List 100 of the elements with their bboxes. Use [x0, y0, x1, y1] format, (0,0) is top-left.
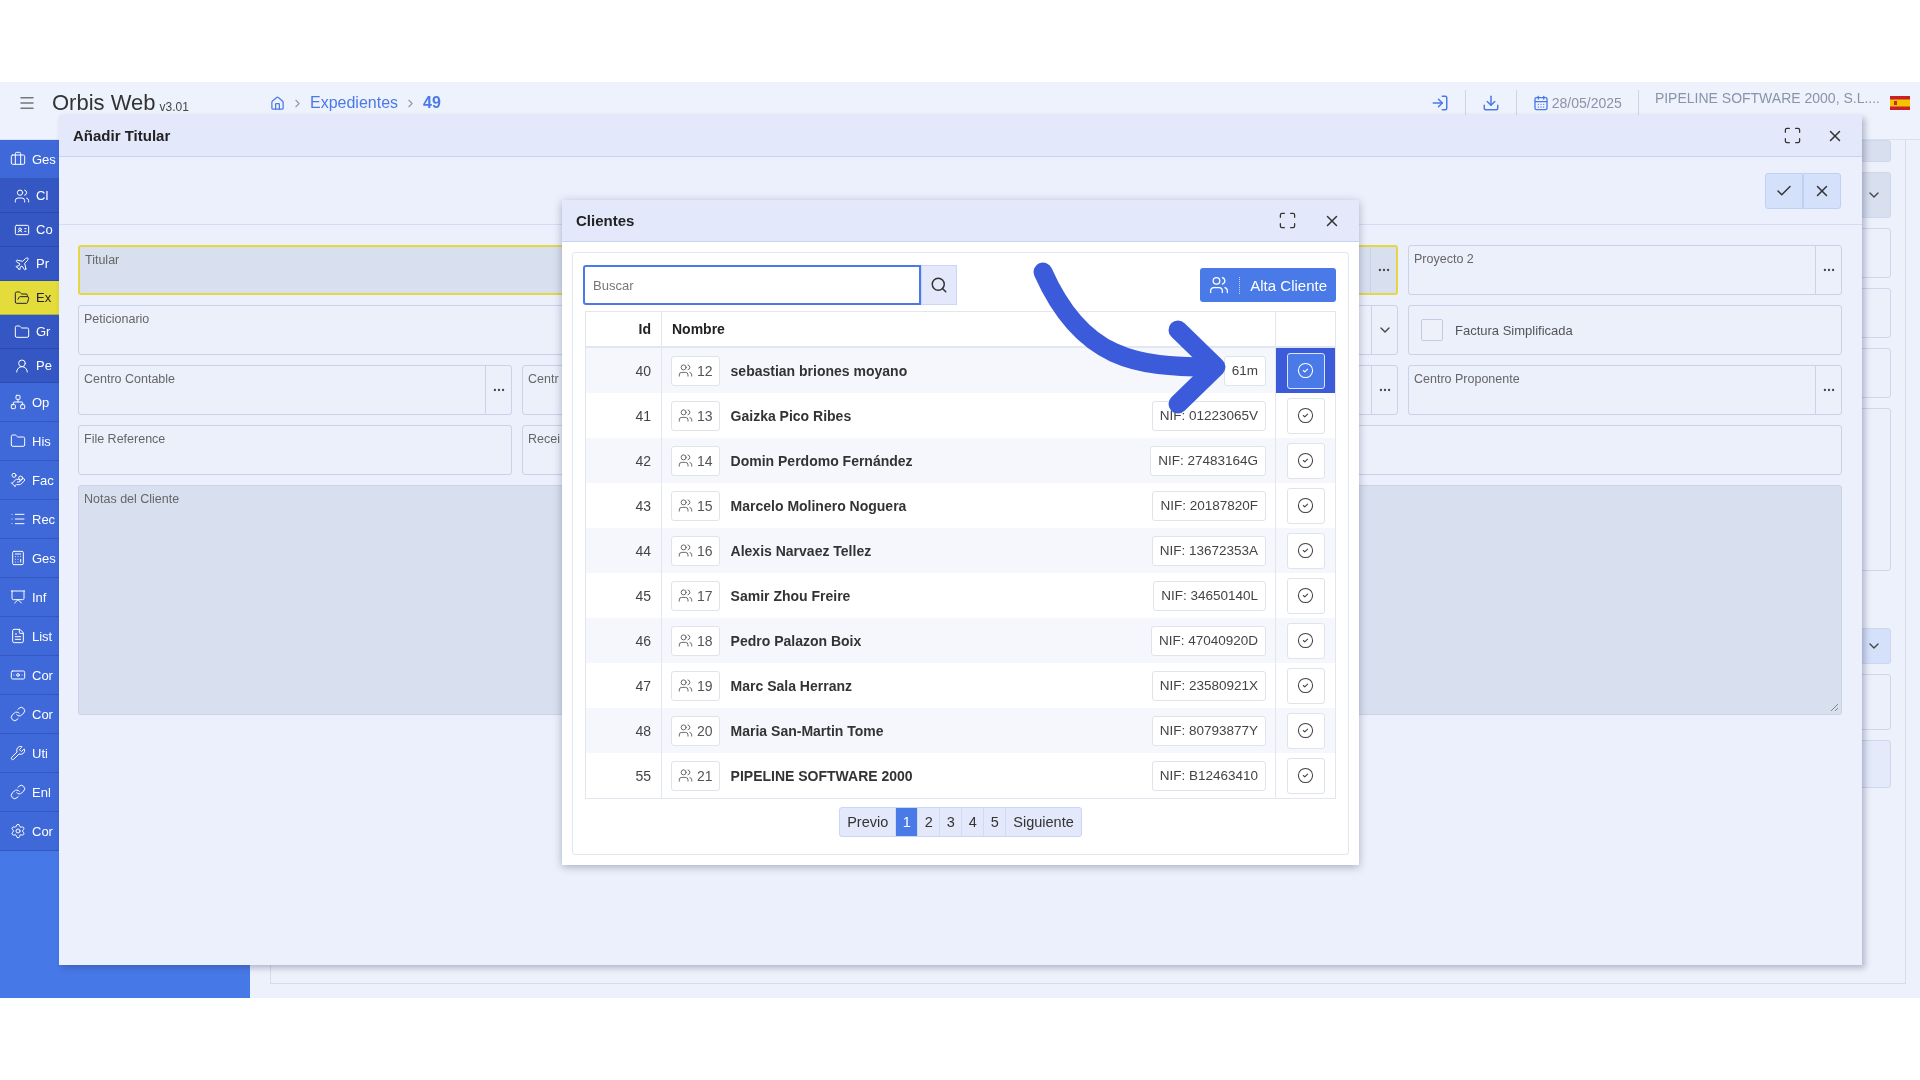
users-icon [678, 768, 693, 783]
text-field[interactable]: File Reference [78, 425, 512, 475]
check-circle-icon [1297, 632, 1314, 649]
file-icon [10, 628, 26, 644]
page-button[interactable]: 2 [917, 808, 940, 836]
wrench-icon [10, 745, 26, 761]
check-circle-icon [1297, 452, 1314, 469]
client-code: 15 [697, 497, 713, 514]
breadcrumb-link[interactable]: Expedientes [310, 94, 399, 112]
check-circle-icon [1297, 362, 1314, 379]
users-icon [678, 363, 693, 378]
check-circle-icon [1297, 767, 1314, 784]
users-icon [678, 543, 693, 558]
client-code: 12 [697, 362, 713, 379]
id-cell: 40 [586, 348, 662, 393]
select-button[interactable] [1286, 532, 1325, 569]
list-icon [10, 511, 26, 527]
confirm-button[interactable] [1765, 172, 1803, 209]
lookup-field[interactable]: Proyecto 2 [1408, 245, 1842, 295]
select-button[interactable] [1286, 352, 1325, 389]
client-name: Pedro Palazon Boix [730, 632, 862, 649]
dialog-title: Clientes [576, 212, 635, 229]
breadcrumb-link[interactable]: 49 [423, 94, 441, 112]
nif-badge: NIF: 47040920D [1150, 625, 1266, 656]
nif-badge: 61m [1223, 355, 1266, 386]
client-name: sebastian briones moyano [730, 362, 908, 379]
nif-badge: NIF: B12463410 [1151, 760, 1266, 791]
calculator-icon [10, 550, 26, 566]
link-icon [10, 784, 26, 800]
users-icon [678, 678, 693, 693]
client-code: 20 [697, 722, 713, 739]
menu-icon [18, 94, 36, 112]
previous-button[interactable]: Previo [840, 808, 896, 836]
field-label: Centro Contable [84, 372, 176, 386]
money-bag-icon [10, 472, 26, 488]
checkbox[interactable] [1421, 319, 1443, 341]
dialog-title: Añadir Titular [73, 127, 171, 144]
nif-badge: NIF: 23580921X [1151, 670, 1266, 701]
select-button[interactable] [1286, 622, 1325, 659]
search-icon [930, 276, 948, 294]
field-label: Proyecto 2 [1414, 252, 1474, 266]
client-code: 13 [697, 407, 713, 424]
folder-icon [14, 323, 30, 340]
search-field[interactable]: Buscar [583, 265, 921, 305]
lookup-field[interactable]: Centro Contable [78, 365, 512, 415]
page-button[interactable]: 1 [895, 808, 918, 836]
app-version: v3.01 [159, 100, 189, 114]
users-icon [678, 633, 693, 648]
maximize-icon [1278, 211, 1297, 230]
field-label: Recei [528, 432, 560, 446]
add-client-button[interactable]: Alta Cliente [1200, 268, 1336, 302]
client-name: Marcelo Molinero Noguera [730, 497, 907, 514]
users-icon [1209, 275, 1230, 295]
id-cell: 48 [586, 708, 662, 753]
users-icon [678, 588, 693, 603]
client-code: 16 [697, 542, 713, 559]
select-button[interactable] [1286, 577, 1325, 614]
client-code: 19 [697, 677, 713, 694]
settings-icon [10, 823, 26, 839]
field-label: Centro Proponente [1414, 372, 1520, 386]
client-name: Marc Sala Herranz [730, 677, 852, 694]
link-icon [10, 706, 26, 722]
field-label: Notas del Cliente [84, 492, 180, 506]
lookup-field[interactable]: Centro Proponente [1408, 365, 1842, 415]
nif-badge: NIF: 34650140L [1153, 580, 1266, 611]
page-button[interactable]: 5 [983, 808, 1006, 836]
folder-icon [10, 433, 26, 449]
users-icon [678, 723, 693, 738]
check-circle-icon [1297, 497, 1314, 514]
home-icon[interactable] [270, 95, 285, 111]
client-name: PIPELINE SOFTWARE 2000 [730, 767, 913, 784]
id-cell: 42 [586, 438, 662, 483]
cancel-button[interactable] [1803, 172, 1841, 209]
page-button[interactable]: 4 [961, 808, 984, 836]
users-icon [678, 453, 693, 468]
download-icon [1481, 94, 1500, 112]
select-button[interactable] [1286, 667, 1325, 704]
search-button[interactable] [921, 265, 957, 305]
login-icon [1430, 94, 1449, 112]
briefcase-icon [10, 151, 26, 167]
select-button[interactable] [1286, 397, 1325, 434]
users-icon [678, 408, 693, 423]
company-name: PIPELINE SOFTWARE 2000, S.L.... [1653, 90, 1881, 106]
flag-icon[interactable] [1890, 96, 1910, 110]
check-circle-icon [1297, 587, 1314, 604]
client-name: Domin Perdomo Fernández [730, 452, 913, 469]
presentation-icon [10, 589, 26, 605]
id-cell: 46 [586, 618, 662, 663]
select-button[interactable] [1286, 487, 1325, 524]
select-button[interactable] [1286, 712, 1325, 749]
field-label: File Reference [84, 432, 166, 446]
client-name: Maria San-Martin Tome [730, 722, 884, 739]
select-button[interactable] [1286, 442, 1325, 479]
client-name: Samir Zhou Freire [730, 587, 851, 604]
page-button[interactable]: 3 [939, 808, 962, 836]
select-button[interactable] [1286, 757, 1325, 794]
next-button[interactable]: Siguiente [1005, 808, 1081, 836]
nif-badge: NIF: 80793877Y [1151, 715, 1266, 746]
app-name: Orbis Web [52, 90, 156, 116]
client-code: 18 [697, 632, 713, 649]
